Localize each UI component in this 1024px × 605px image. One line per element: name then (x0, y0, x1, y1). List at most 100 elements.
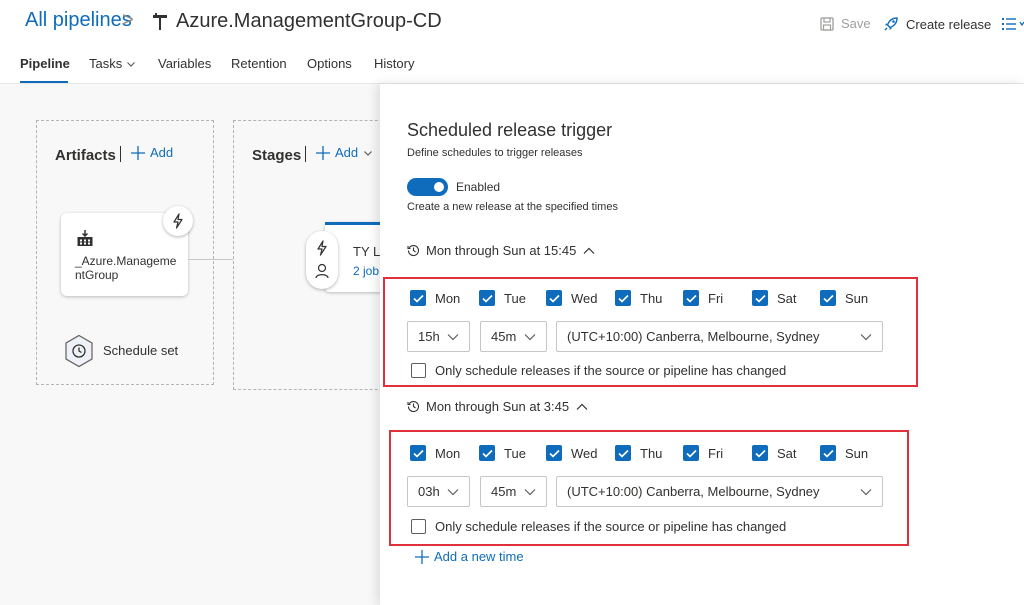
toggle-knob (434, 182, 444, 192)
create-release-button[interactable]: Create release (883, 16, 991, 32)
checkbox-checked-icon (410, 290, 426, 306)
checkbox-checked-icon (479, 445, 495, 461)
stages-title: Stages (252, 147, 302, 164)
checkbox-checked-icon (752, 445, 768, 461)
plus-icon (316, 145, 330, 160)
checkbox-unchecked-icon (411, 363, 426, 378)
checkbox-unchecked-icon (411, 519, 426, 534)
checkbox-checked-icon (410, 445, 426, 461)
schedule-clock-icon (65, 334, 93, 368)
schedule-summary: Mon through Sun at 15:45 (426, 243, 577, 258)
add-new-time-label: Add a new time (434, 549, 524, 564)
chevron-down-icon (127, 61, 136, 67)
toggle-help-text: Create a new release at the specified ti… (407, 201, 618, 213)
checkbox-checked-icon (752, 290, 768, 306)
tab-pipeline[interactable]: Pipeline (20, 56, 70, 71)
tab-retention[interactable]: Retention (231, 56, 287, 71)
scheduled-release-trigger-panel: Scheduled release trigger Define schedul… (380, 84, 1024, 605)
title-divider (305, 146, 306, 162)
rocket-icon (884, 17, 898, 31)
day-checkbox-sat[interactable]: Sat (752, 445, 797, 461)
tab-variables[interactable]: Variables (158, 56, 211, 71)
checkbox-checked-icon (615, 445, 631, 461)
active-tab-indicator (20, 81, 68, 83)
schedule-set-label: Schedule set (103, 343, 179, 358)
checkbox-checked-icon (683, 445, 699, 461)
day-checkbox-mon[interactable]: Mon (410, 445, 460, 461)
add-stage-button[interactable]: Add (316, 145, 373, 160)
save-icon (820, 16, 834, 31)
add-artifact-button[interactable]: Add (131, 145, 173, 160)
title-divider (120, 146, 121, 162)
pre-deployment-conditions (306, 231, 338, 289)
add-stage-label: Add (335, 145, 359, 160)
only-if-changed-checkbox[interactable]: Only schedule releases if the source or … (411, 519, 786, 534)
lightning-icon (173, 213, 183, 229)
day-checkbox-sun[interactable]: Sun (820, 445, 868, 461)
timezone-dropdown[interactable]: (UTC+10:00) Canberra, Melbourne, Sydney (556, 476, 883, 507)
tab-options[interactable]: Options (307, 56, 352, 71)
release-pipeline-icon (153, 13, 167, 30)
only-if-changed-checkbox[interactable]: Only schedule releases if the source or … (411, 363, 786, 378)
checkbox-checked-icon (615, 290, 631, 306)
day-checkbox-tue[interactable]: Tue (479, 445, 526, 461)
save-button[interactable]: Save (820, 16, 871, 31)
chevron-down-icon (860, 333, 872, 340)
enabled-toggle[interactable] (407, 178, 448, 196)
build-artifact-icon (77, 230, 93, 246)
checkbox-checked-icon (820, 290, 836, 306)
day-checkbox-fri[interactable]: Fri (683, 290, 723, 306)
add-artifact-label: Add (150, 145, 174, 160)
person-icon[interactable] (315, 263, 329, 279)
day-checkbox-tue[interactable]: Tue (479, 290, 526, 306)
tab-tasks[interactable]: Tasks (89, 56, 136, 71)
panel-title: Scheduled release trigger (407, 120, 613, 140)
top-bar: All pipelines > Azure.ManagementGroup-CD… (0, 0, 1024, 84)
history-icon (407, 401, 420, 413)
day-checkbox-mon[interactable]: Mon (410, 290, 460, 306)
day-checkbox-sun[interactable]: Sun (820, 290, 868, 306)
schedule-header[interactable]: Mon through Sun at 3:45 (407, 399, 589, 414)
hour-dropdown[interactable]: 15h (407, 321, 470, 352)
schedule-header[interactable]: Mon through Sun at 15:45 (407, 243, 596, 258)
timezone-dropdown[interactable]: (UTC+10:00) Canberra, Melbourne, Sydney (556, 321, 883, 352)
checkbox-checked-icon (479, 290, 495, 306)
day-checkboxes: Mon Tue Wed Thu Fri Sat Sun (410, 445, 910, 465)
plus-icon (131, 145, 145, 160)
chevron-down-icon (364, 150, 373, 156)
schedule-summary: Mon through Sun at 3:45 (426, 399, 570, 414)
chevron-down-icon (447, 488, 459, 495)
lightning-icon[interactable] (315, 240, 329, 256)
stage-jobs-link[interactable]: 2 job (353, 264, 379, 278)
pipeline-title: Azure.ManagementGroup-CD (176, 10, 442, 32)
chevron-down-icon (447, 333, 459, 340)
chevron-down-icon (524, 333, 536, 340)
plus-icon (415, 549, 429, 564)
day-checkbox-wed[interactable]: Wed (546, 290, 598, 306)
checkbox-checked-icon (546, 290, 562, 306)
save-label: Save (841, 16, 871, 31)
hour-dropdown[interactable]: 03h (407, 476, 470, 507)
day-checkbox-fri[interactable]: Fri (683, 445, 723, 461)
day-checkbox-thu[interactable]: Thu (615, 290, 662, 306)
tab-history[interactable]: History (374, 56, 414, 71)
minute-dropdown[interactable]: 45m (480, 476, 547, 507)
panel-subtitle: Define schedules to trigger releases (407, 147, 583, 159)
day-checkbox-thu[interactable]: Thu (615, 445, 662, 461)
checkbox-checked-icon (683, 290, 699, 306)
day-checkbox-wed[interactable]: Wed (546, 445, 598, 461)
checkbox-checked-icon (546, 445, 562, 461)
day-checkbox-sat[interactable]: Sat (752, 290, 797, 306)
minute-dropdown[interactable]: 45m (480, 321, 547, 352)
list-view-icon[interactable] (1002, 17, 1024, 31)
add-new-time-button[interactable]: Add a new time (415, 549, 524, 564)
breadcrumb-all-pipelines[interactable]: All pipelines (25, 9, 132, 32)
schedule-trigger-button[interactable] (63, 334, 95, 373)
continuous-deployment-trigger-button[interactable] (163, 206, 193, 236)
history-icon (407, 245, 420, 257)
tab-tasks-label: Tasks (89, 56, 123, 71)
breadcrumb-separator: > (122, 9, 134, 31)
checkbox-checked-icon (820, 445, 836, 461)
enabled-label: Enabled (456, 180, 501, 194)
stage-name: TY L (353, 244, 381, 259)
